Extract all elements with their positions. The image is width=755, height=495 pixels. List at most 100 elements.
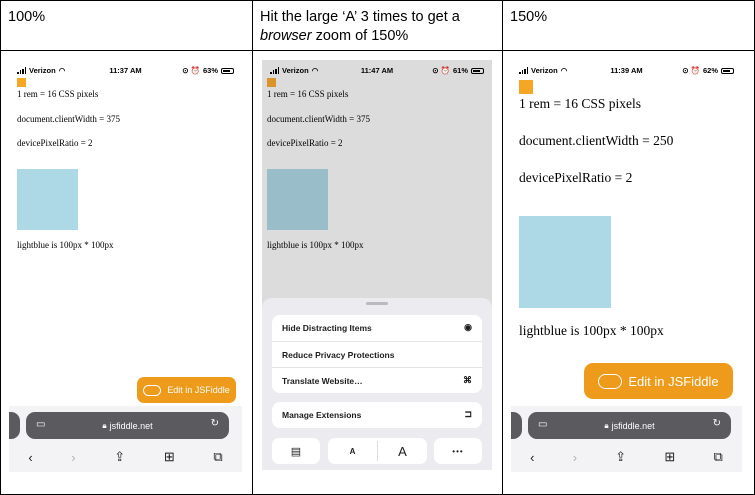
url-text: jsfiddle.net (611, 420, 655, 431)
client-width-text: document.clientWidth = 375 (17, 114, 120, 124)
lightblue-text: lightblue is 100px * 100px (17, 240, 114, 250)
lightblue-square (267, 169, 328, 230)
dpr-text: devicePixelRatio = 2 (267, 138, 343, 148)
more-button[interactable]: ••• (434, 438, 482, 464)
edit-in-jsfiddle-button[interactable]: Edit in JSFiddle (584, 363, 733, 399)
back-icon[interactable]: ‹ (28, 450, 32, 465)
column-divider-1 (252, 0, 253, 495)
menu-item-label: Hide Distracting Items (282, 323, 372, 333)
battery-icon (721, 67, 734, 74)
status-bar: Verizon ◠ 11:39 AM ⊙ ⏰ 62% (511, 66, 742, 80)
page-settings-sheet: Hide Distracting Items ◉ Reduce Privacy … (262, 298, 492, 470)
battery-percent: 62% (702, 66, 718, 75)
column-title-100: 100% (8, 9, 46, 25)
header-divider (0, 50, 755, 51)
edit-in-jsfiddle-button[interactable]: Edit in JSFiddle (137, 377, 236, 403)
tab-overview-icon[interactable]: ▭ (538, 419, 547, 430)
small-a-button[interactable]: A (328, 447, 377, 456)
translate-icon: ⌘ (463, 375, 472, 385)
instructions-zoom-text: zoom of 150% (311, 28, 409, 44)
column-title-instructions: Hit the large ‘A’ 3 times to get a brows… (260, 8, 460, 46)
battery-icon (221, 67, 234, 74)
battery-percent: 63% (202, 66, 218, 75)
share-icon[interactable]: ⇪ (615, 449, 626, 465)
forward-icon[interactable]: › (573, 450, 577, 465)
reader-button[interactable]: ▤ (272, 438, 320, 464)
jsfiddle-cloud-icon (598, 373, 623, 389)
rem-text: 1 rem = 16 CSS pixels (267, 89, 349, 99)
phone-screenshot-150: Verizon ◠ 11:39 AM ⊙ ⏰ 62% 1 rem = 16 CS… (511, 60, 742, 472)
menu-group-2: Manage Extensions ⊐ (272, 402, 482, 428)
comparison-table: 100% Hit the large ‘A’ 3 times to get a … (0, 0, 755, 495)
client-width-text: document.clientWidth = 375 (267, 114, 370, 124)
safari-toolbar: ▭ 🔒︎ jsfiddle.net ↻ ‹ › ⇪ ⊞ ⧉ (9, 406, 242, 472)
orange-square (267, 78, 276, 87)
lock-rotation-icon: ⊙ ⏰ (182, 66, 200, 75)
back-icon[interactable]: ‹ (530, 450, 534, 465)
column-title-150: 150% (510, 9, 548, 25)
menu-group-1: Hide Distracting Items ◉ Reduce Privacy … (272, 315, 482, 393)
bookmarks-icon[interactable]: ⊞ (164, 449, 175, 465)
status-bar: Verizon ◠ 11:37 AM ⊙ ⏰ 63% (9, 66, 242, 80)
orange-square (519, 80, 533, 94)
forward-icon[interactable]: › (71, 450, 75, 465)
lightblue-square (17, 169, 78, 230)
table-border-top (0, 0, 755, 1)
lock-rotation-icon: ⊙ ⏰ (432, 66, 450, 75)
dpr-text: devicePixelRatio = 2 (519, 170, 633, 185)
instructions-line-1: Hit the large ‘A’ 3 times to get a (260, 9, 460, 25)
safari-toolbar: ▭ 🔒︎ jsfiddle.net ↻ ‹ › ⇪ ⊞ ⧉ (511, 406, 742, 472)
address-bar[interactable]: ▭ 🔒︎ jsfiddle.net ↻ (26, 412, 229, 439)
battery-icon (471, 67, 484, 74)
menu-item-translate[interactable]: Translate Website… ⌘ (272, 367, 482, 393)
nav-bar: ‹ › ⇪ ⊞ ⧉ (511, 447, 742, 467)
orange-square (17, 78, 26, 87)
column-divider-2 (502, 0, 503, 495)
previous-tab-edge[interactable] (511, 412, 522, 439)
rem-text: 1 rem = 16 CSS pixels (519, 96, 641, 111)
nav-bar: ‹ › ⇪ ⊞ ⧉ (9, 447, 242, 467)
address-bar[interactable]: ▭ 🔒︎ jsfiddle.net ↻ (528, 412, 731, 439)
reload-icon[interactable]: ↻ (713, 418, 721, 429)
sheet-grabber[interactable] (366, 302, 388, 305)
lock-rotation-icon: ⊙ ⏰ (682, 66, 700, 75)
large-a-button[interactable]: A (378, 444, 427, 459)
jsfiddle-cloud-icon (143, 384, 162, 396)
reload-icon[interactable]: ↻ (211, 418, 219, 429)
lightblue-square (519, 216, 611, 308)
lock-icon: 🔒︎ (604, 420, 609, 430)
bookmarks-icon[interactable]: ⊞ (664, 449, 675, 465)
menu-item-label: Manage Extensions (282, 410, 362, 420)
menu-item-label: Translate Website… (282, 375, 363, 386)
url-text: jsfiddle.net (109, 420, 153, 431)
edit-in-jsfiddle-label: Edit in JSFiddle (628, 373, 719, 389)
lock-icon: 🔒︎ (102, 420, 107, 430)
previous-tab-edge[interactable] (9, 412, 20, 439)
instructions-browser-word: browser (260, 28, 312, 44)
menu-item-manage-extensions[interactable]: Manage Extensions ⊐ (272, 402, 482, 428)
tabs-icon[interactable]: ⧉ (213, 449, 222, 465)
share-icon[interactable]: ⇪ (114, 449, 125, 465)
status-bar: Verizon ◠ 11:47 AM ⊙ ⏰ 61% (262, 66, 492, 80)
extensions-icon: ⊐ (464, 409, 472, 419)
menu-item-label: Reduce Privacy Protections (282, 349, 395, 360)
client-width-text: document.clientWidth = 250 (519, 133, 674, 148)
tabs-icon[interactable]: ⧉ (714, 449, 723, 465)
status-right: ⊙ ⏰ 63% (182, 66, 234, 75)
tab-overview-icon[interactable]: ▭ (36, 419, 45, 430)
lightblue-text: lightblue is 100px * 100px (267, 240, 364, 250)
status-right: ⊙ ⏰ 62% (682, 66, 734, 75)
status-right: ⊙ ⏰ 61% (432, 66, 484, 75)
eye-slash-icon: ◉ (464, 322, 472, 332)
rem-text: 1 rem = 16 CSS pixels (17, 89, 99, 99)
instructions-line-2: browser zoom of 150% (260, 27, 460, 46)
edit-in-jsfiddle-label: Edit in JSFiddle (167, 385, 230, 395)
battery-percent: 61% (452, 66, 468, 75)
phone-screenshot-100: Verizon ◠ 11:37 AM ⊙ ⏰ 63% 1 rem = 16 CS… (9, 60, 242, 472)
zoom-buttons: A A (328, 438, 427, 464)
menu-item-hide-distracting-items[interactable]: Hide Distracting Items ◉ (272, 315, 482, 341)
dpr-text: devicePixelRatio = 2 (17, 138, 93, 148)
table-border-left (0, 0, 1, 495)
lightblue-text: lightblue is 100px * 100px (519, 323, 664, 338)
menu-item-reduce-privacy[interactable]: Reduce Privacy Protections (272, 341, 482, 367)
